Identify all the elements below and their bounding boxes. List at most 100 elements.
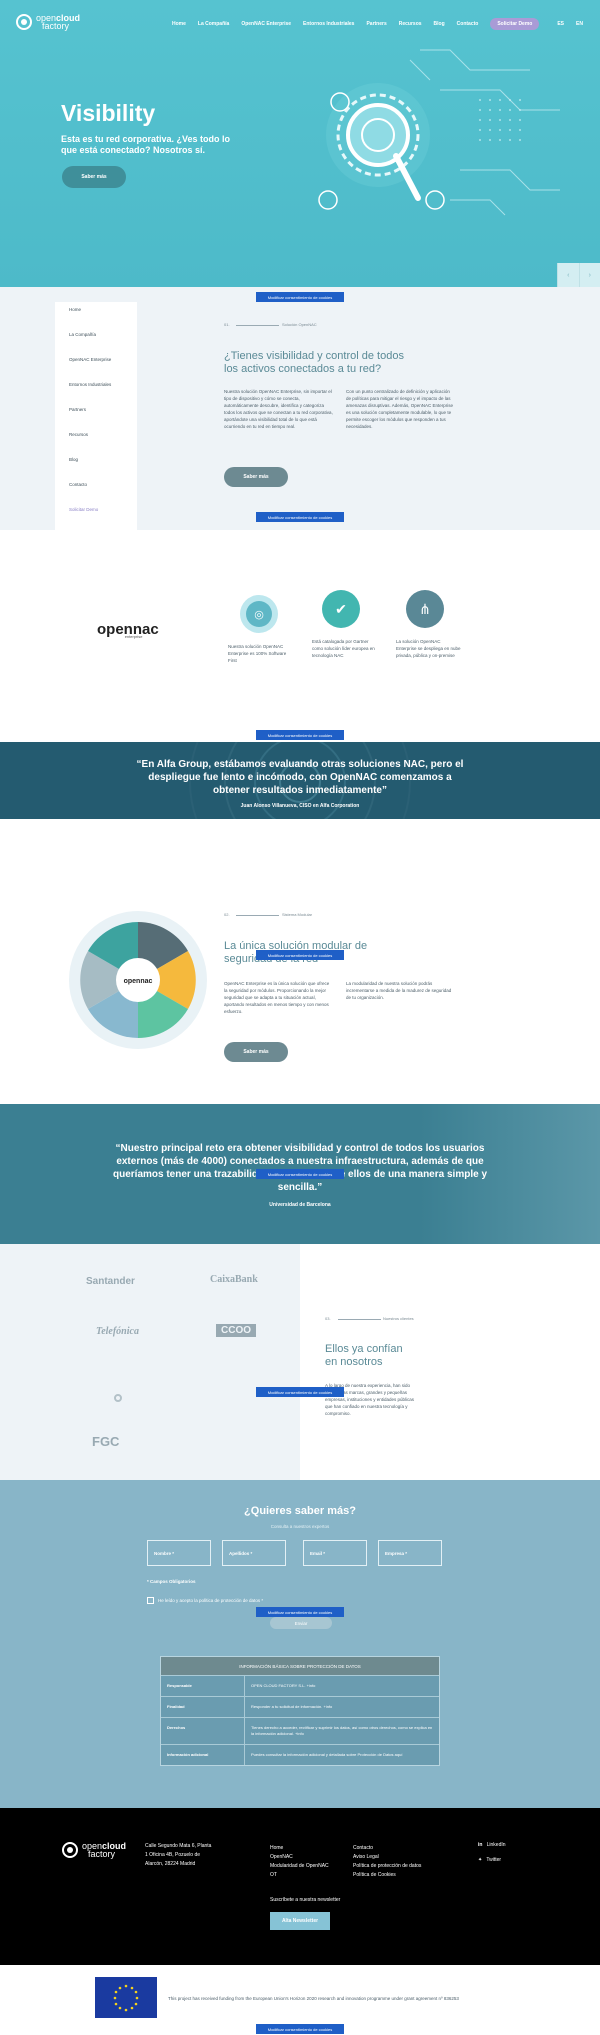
row-key: Finalidad: [161, 1697, 245, 1717]
sidebar-item-resources[interactable]: Recursos: [69, 431, 123, 456]
privacy-accept-label[interactable]: He leído y acepto la política de protecc…: [158, 1598, 263, 1603]
footer-logo-factory: factory: [88, 1849, 116, 1859]
footer-link-legal[interactable]: Aviso Legal: [353, 1853, 421, 1862]
nav-opennac[interactable]: OpenNAC Enterprise: [241, 21, 291, 27]
address-line-1: Calle Segundo Mata 6, Planta: [145, 1843, 212, 1849]
caixabank-logo: CaixaBank: [210, 1274, 258, 1285]
row-value[interactable]: Tienes derecho a acceder, rectificar y s…: [245, 1718, 439, 1744]
quote-text-2: “Nuestro principal reto era obtener visi…: [113, 1143, 487, 1193]
demo-button[interactable]: Solicitar Demo: [490, 18, 540, 30]
cookie-consent-button-6[interactable]: Modificar consentimiento de cookies: [256, 1387, 344, 1397]
linkedin-link[interactable]: LinkedIn: [487, 1842, 506, 1848]
client-logo-icon: [114, 1394, 122, 1402]
row-key: Información adicional: [161, 1745, 245, 1765]
table-header: INFORMACIÓN BÁSICA SOBRE PROTECCIÓN DE D…: [161, 1657, 439, 1675]
section-number-3: 03.: [325, 1316, 331, 1321]
row-value[interactable]: OPEN CLOUD FACTORY S.L. +info: [245, 1676, 439, 1696]
opennac-logo-sub: enterprise: [124, 634, 143, 639]
address-line-2: 1 Oficina 4B, Pozuelo de: [145, 1852, 201, 1858]
privacy-checkbox[interactable]: [147, 1597, 154, 1604]
footer-link-privacy[interactable]: Política de protección de datos: [353, 1862, 421, 1871]
hero-more-button[interactable]: Saber más: [62, 166, 126, 188]
site-logo[interactable]: opencloud factory: [16, 14, 80, 31]
fgc-logo: FGC: [92, 1434, 120, 1449]
footer-link-modularity[interactable]: Modularidad de OpenNAC: [270, 1862, 329, 1871]
cookie-consent-button-7[interactable]: Modificar consentimiento de cookies: [256, 1607, 344, 1617]
surname-field[interactable]: Apellidos *: [222, 1540, 286, 1566]
twitter-link[interactable]: Twitter: [486, 1857, 501, 1863]
section-breadcrumb-2: Sistema Modular: [282, 912, 313, 917]
section-number: 01.: [224, 322, 230, 327]
sidebar-item-industrial[interactable]: Entornos Industriales: [69, 381, 123, 406]
section-breadcrumb-3: Nuestros clientes: [383, 1316, 414, 1321]
eu-flag-icon: [95, 1977, 157, 2018]
section-text-left: Nuestra solución OpenNAC Enterprise, sin…: [224, 389, 333, 429]
nav-partners[interactable]: Partners: [366, 21, 386, 27]
cookie-consent-button-8[interactable]: Modificar consentimiento de cookies: [256, 2024, 344, 2034]
sidebar-item-partners[interactable]: Partners: [69, 406, 123, 431]
row-value[interactable]: Responder a tu solicitud de información.…: [245, 1697, 439, 1717]
newsletter-button[interactable]: Alta Newsletter: [270, 1912, 330, 1930]
footer-link-opennac[interactable]: OpenNAC: [270, 1853, 329, 1862]
table-row: Responsable OPEN CLOUD FACTORY S.L. +inf…: [161, 1675, 439, 1696]
footer-logo[interactable]: opencloud factory: [62, 1842, 126, 1859]
data-protection-table: INFORMACIÓN BÁSICA SOBRE PROTECCIÓN DE D…: [160, 1656, 440, 1766]
sidebar-item-home[interactable]: Home: [69, 306, 123, 331]
row-key: Derechos: [161, 1718, 245, 1744]
company-field[interactable]: Empresa *: [378, 1540, 442, 1566]
cookie-consent-button-5[interactable]: Modificar consentimiento de cookies: [256, 1169, 344, 1179]
section-title-line1: ¿Tienes visibilidad y control de todos: [224, 350, 404, 362]
nav-blog[interactable]: Blog: [434, 21, 445, 27]
footer-link-cookies[interactable]: Política de Cookies: [353, 1871, 421, 1880]
hero-title: Visibility: [61, 100, 156, 126]
nav-contact[interactable]: Contacto: [457, 21, 479, 27]
wheel-center-label: opennac: [124, 978, 153, 985]
sidebar-menu: Home La Compañía OpenNAC Enterprise Ento…: [55, 302, 137, 530]
nav-industrial[interactable]: Entornos Industriales: [303, 21, 354, 27]
email-field[interactable]: Email *: [303, 1540, 367, 1566]
newsletter-label: Suscríbete a nuestra newsletter: [270, 1897, 341, 1903]
modular-more-button[interactable]: Saber más: [224, 1042, 288, 1062]
nav-resources[interactable]: Recursos: [399, 21, 422, 27]
ccoo-logo: CCOO: [216, 1324, 256, 1337]
sidebar-item-company[interactable]: La Compañía: [69, 331, 123, 356]
sidebar-item-contact[interactable]: Contacto: [69, 481, 123, 506]
badge-check-icon: ✔: [322, 590, 360, 628]
lang-es[interactable]: ES: [557, 21, 564, 27]
sidebar-item-blog[interactable]: Blog: [69, 456, 123, 481]
footer: [0, 1808, 600, 1965]
divider-2: [236, 915, 279, 916]
footer-links-1: Home OpenNAC Modularidad de OpenNAC OT: [270, 1844, 329, 1880]
software-icon: ◎: [240, 595, 278, 633]
prev-arrow-icon[interactable]: ‹: [557, 263, 579, 287]
footer-link-contact[interactable]: Contacto: [353, 1844, 421, 1853]
name-field[interactable]: Nombre *: [147, 1540, 211, 1566]
lang-en[interactable]: EN: [576, 21, 583, 27]
footer-link-home[interactable]: Home: [270, 1844, 329, 1853]
cookie-consent-button-4[interactable]: Modificar consentimiento de cookies: [256, 950, 344, 960]
modular-text-left: OpenNAC Enterprise es la única solución …: [224, 981, 330, 1014]
divider-3: [338, 1319, 381, 1320]
visibility-more-button[interactable]: Saber más: [224, 467, 288, 487]
santander-logo: Santander: [86, 1276, 135, 1287]
linkedin-icon[interactable]: in: [478, 1842, 482, 1848]
table-row: Información adicional Puedes consultar l…: [161, 1744, 439, 1765]
cookie-consent-button-2[interactable]: Modificar consentimiento de cookies: [256, 512, 344, 522]
cookie-consent-button[interactable]: Modificar consentimiento de cookies: [256, 292, 344, 302]
footer-link-ot[interactable]: OT: [270, 1871, 329, 1880]
sidebar-item-opennac[interactable]: OpenNAC Enterprise: [69, 356, 123, 381]
nav-company[interactable]: La Compañía: [198, 21, 229, 27]
logo-text-factory: factory: [42, 21, 70, 31]
nav-home[interactable]: Home: [172, 21, 186, 27]
section-title: ¿Tienes visibilidad y control de todos l…: [224, 350, 424, 376]
feature-text-3: La solución OpenNAC Enterprise se despli…: [396, 639, 461, 658]
next-arrow-icon[interactable]: ›: [578, 263, 600, 287]
eu-funding-text: This project has received funding from t…: [168, 1996, 459, 2001]
sidebar-item-demo[interactable]: Solicitar Demo: [69, 506, 123, 531]
cookie-consent-button-3[interactable]: Modificar consentimiento de cookies: [256, 730, 344, 740]
quote-author-2: Universidad de Barcelona: [269, 1202, 331, 1208]
modules-wheel: opennac: [69, 911, 207, 1049]
row-value[interactable]: Puedes consultar la información adiciona…: [245, 1745, 439, 1765]
send-button[interactable]: Enviar: [270, 1617, 332, 1629]
twitter-icon[interactable]: ✦: [478, 1857, 482, 1863]
